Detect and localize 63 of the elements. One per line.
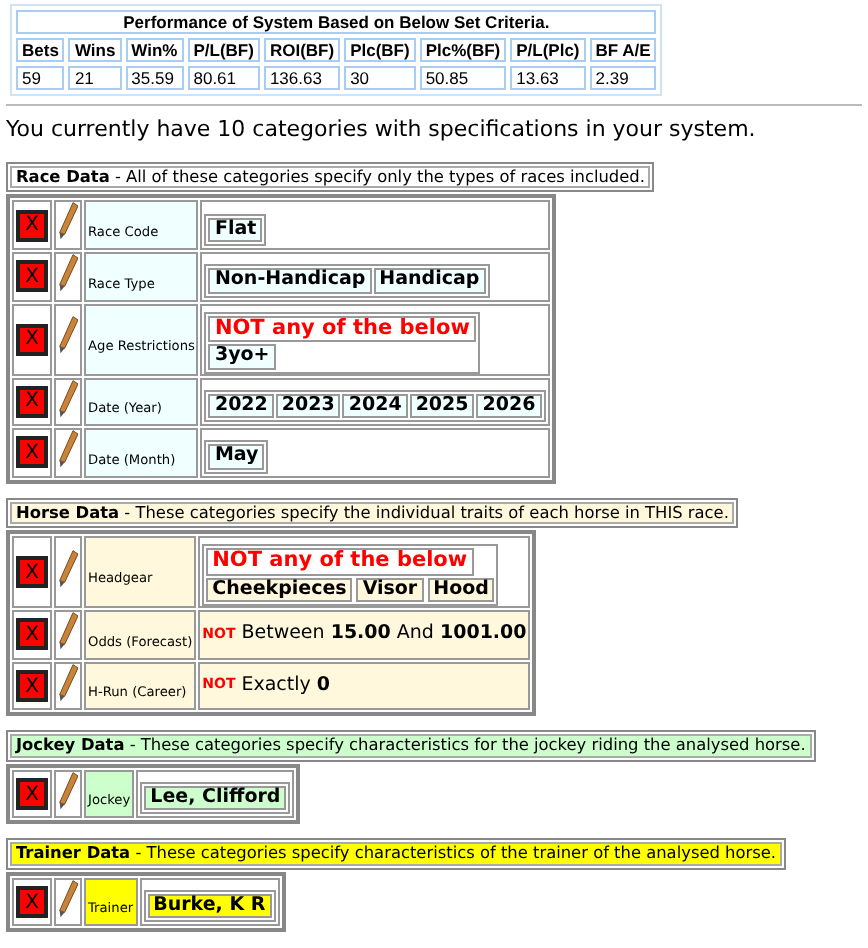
pencil-icon[interactable] (58, 379, 78, 418)
pencil-icon[interactable] (58, 771, 78, 810)
pencil-icon[interactable] (58, 549, 78, 588)
table-cell: 136.63 (263, 66, 341, 90)
table-cell: 35.59 (125, 66, 184, 90)
table-cell: 30 (344, 66, 416, 90)
section-header: Horse Data - These categories specify the individual traits of each horse in THIS race. (10, 501, 735, 525)
table-cell: 59 (16, 66, 65, 90)
section-header: Race Data - All of these categories specify only the types of races included. (10, 166, 651, 189)
pencil-icon[interactable] (58, 202, 78, 241)
section-header: Trainer Data - These categories specify characteristics of the trainer of the analysed horse. (10, 842, 783, 866)
delete-button[interactable]: X (16, 618, 48, 651)
criteria-value: 2023 (275, 393, 341, 419)
delete-button[interactable]: X (16, 436, 48, 469)
pencil-icon[interactable] (58, 612, 78, 651)
column-header: Wins (68, 38, 122, 62)
table-cell: 50.85 (419, 66, 507, 90)
column-header: P/L(Plc) (510, 38, 586, 62)
criteria-value: Flat (208, 217, 263, 242)
column-header: ROI(BF) (263, 38, 341, 62)
criteria-value: Burke, K R (147, 893, 272, 919)
criteria-value: Cheekpieces (206, 577, 353, 603)
negation-label: NOT any of the below (206, 548, 474, 576)
column-header: Plc(BF) (344, 38, 416, 62)
column-header: P/L(BF) (187, 38, 260, 62)
delete-button[interactable]: X (16, 670, 48, 703)
criteria-value: Between 15.00 And 1001.00 (241, 624, 527, 646)
criteria-value: Non-Handicap (208, 268, 372, 294)
criteria-value: Exactly 0 (241, 675, 331, 697)
table-cell: 2.39 (589, 66, 657, 90)
criteria-value: 2025 (409, 393, 475, 419)
criteria-value: 2024 (342, 393, 408, 419)
pencil-icon[interactable] (58, 430, 78, 469)
criteria-value: Handicap (373, 268, 486, 294)
column-header: Win% (125, 38, 184, 62)
criteria-value: May (208, 444, 265, 470)
criteria-value: 2026 (476, 393, 542, 419)
column-header: Plc%(BF) (419, 38, 507, 62)
table-cell: 21 (68, 66, 122, 90)
criteria-value: Hood (427, 577, 495, 603)
criteria-value: 3yo+ (208, 344, 276, 370)
table-cell: 13.63 (510, 66, 586, 90)
table-cell: 80.61 (187, 66, 260, 90)
table-title: Performance of System Based on Below Set Criteria. (16, 10, 657, 34)
section-header: Jockey Data - These categories specify characteristics for the jockey riding the analysed horse. (10, 734, 812, 758)
column-header: Bets (16, 38, 65, 62)
negation-label: NOT any of the below (208, 315, 476, 343)
criteria-value: Lee, Clifford (144, 785, 287, 811)
pencil-icon[interactable] (58, 254, 78, 293)
pencil-icon[interactable] (58, 663, 78, 702)
delete-button[interactable]: X (16, 778, 48, 811)
delete-button[interactable]: X (16, 385, 48, 418)
pencil-icon[interactable] (58, 316, 78, 355)
delete-button[interactable]: X (16, 209, 48, 242)
criteria-value: 2022 (208, 393, 274, 419)
criteria-value: Visor (356, 577, 424, 603)
delete-button[interactable]: X (16, 556, 48, 589)
delete-button[interactable]: X (16, 886, 48, 919)
column-header: BF A/E (589, 38, 657, 62)
delete-button[interactable]: X (16, 323, 48, 356)
delete-button[interactable]: X (16, 260, 48, 293)
summary-text: You currently have 10 categories with specifications in your system. (6, 116, 758, 142)
pencil-icon[interactable] (58, 879, 78, 918)
